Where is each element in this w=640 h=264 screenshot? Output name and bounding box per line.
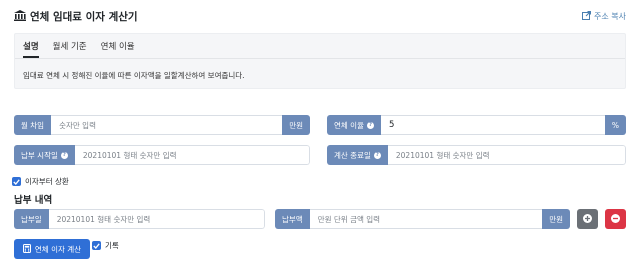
tab-overdue-rate[interactable]: 연체 이율 <box>101 40 135 58</box>
calc-end-label: 계산 종료일 <box>334 150 371 160</box>
payment-amount-unit: 만원 <box>542 209 570 229</box>
minus-icon <box>611 213 620 225</box>
due-start-group: 납부 시작일 ? 20210101 형태 숫자만 입력 <box>14 145 310 165</box>
page-title-text: 연체 임대료 이자 계산기 <box>30 11 138 23</box>
interest-first-checkbox[interactable] <box>12 177 21 186</box>
monthly-rent-input[interactable]: 숫자만 입력 <box>51 115 283 135</box>
tab-monthly-rent-basis[interactable]: 월세 기준 <box>53 40 87 58</box>
add-payment-button[interactable] <box>577 209 598 229</box>
calc-end-input[interactable]: 20210101 형태 숫자만 입력 <box>387 145 626 165</box>
record-option[interactable]: 기록 <box>92 240 119 251</box>
due-start-label: 납부 시작일 <box>21 150 58 160</box>
tab-description-text: 임대료 연체 시 정해진 이율에 따른 이자액을 일할계산하여 보여줍니다. <box>23 71 245 80</box>
record-label: 기록 <box>105 241 119 250</box>
due-start-label-box: 납부 시작일 ? <box>14 145 75 165</box>
due-start-input[interactable]: 20210101 형태 숫자만 입력 <box>74 145 310 165</box>
plus-icon <box>583 213 592 225</box>
calculator-icon <box>22 243 31 255</box>
calc-end-group: 계산 종료일 ? 20210101 형태 숫자만 입력 <box>327 145 626 165</box>
overdue-rate-group: 연체 이율 ? 5 % <box>327 115 626 135</box>
monthly-rent-group: 월 차임 숫자만 입력 만원 <box>14 115 310 135</box>
payment-date-label: 납부일 <box>14 209 49 229</box>
tab-bar: 설명 월세 기준 연체 이율 <box>23 40 135 58</box>
payment-amount-group: 납부액 만원 단위 금액 입력 만원 <box>275 209 570 229</box>
overdue-rate-input[interactable]: 5 <box>380 115 605 135</box>
payment-amount-label: 납부액 <box>275 209 310 229</box>
overdue-rate-label: 연체 이율 <box>334 120 364 130</box>
remove-payment-button[interactable] <box>605 209 626 229</box>
page-title: 연체 임대료 이자 계산기 <box>14 9 138 24</box>
tab-description[interactable]: 설명 <box>23 40 39 58</box>
help-icon[interactable]: ? <box>60 151 68 159</box>
record-checkbox[interactable] <box>92 241 101 250</box>
overdue-rate-label-box: 연체 이율 ? <box>327 115 381 135</box>
calculate-interest-button[interactable]: 연체 이자 계산 <box>14 239 90 259</box>
overdue-rate-unit: % <box>604 115 626 135</box>
bank-icon <box>14 10 26 23</box>
help-icon[interactable]: ? <box>366 121 374 129</box>
monthly-rent-unit: 만원 <box>282 115 310 135</box>
calculate-interest-label: 연체 이자 계산 <box>34 244 82 254</box>
calc-end-label-box: 계산 종료일 ? <box>327 145 388 165</box>
help-icon[interactable]: ? <box>373 151 381 159</box>
monthly-rent-label: 월 차임 <box>14 115 52 135</box>
copy-address-link[interactable]: 주소 복사 <box>582 11 626 22</box>
copy-address-label: 주소 복사 <box>594 12 626 21</box>
payment-date-input[interactable]: 20210101 형태 숫자만 입력 <box>48 209 265 229</box>
interest-first-option[interactable]: 이자부터 상환 <box>12 176 69 187</box>
payment-amount-input[interactable]: 만원 단위 금액 입력 <box>309 209 543 229</box>
external-link-icon <box>582 11 592 22</box>
info-card: 설명 월세 기준 연체 이율 임대료 연체 시 정해진 이율에 따른 이자액을 … <box>14 33 626 89</box>
header: 연체 임대료 이자 계산기 주소 복사 <box>14 9 626 27</box>
payment-date-group: 납부일 20210101 형태 숫자만 입력 <box>14 209 265 229</box>
interest-first-label: 이자부터 상환 <box>25 177 69 186</box>
tab-divider <box>15 58 625 59</box>
payment-history-title: 납부 내역 <box>14 195 53 206</box>
